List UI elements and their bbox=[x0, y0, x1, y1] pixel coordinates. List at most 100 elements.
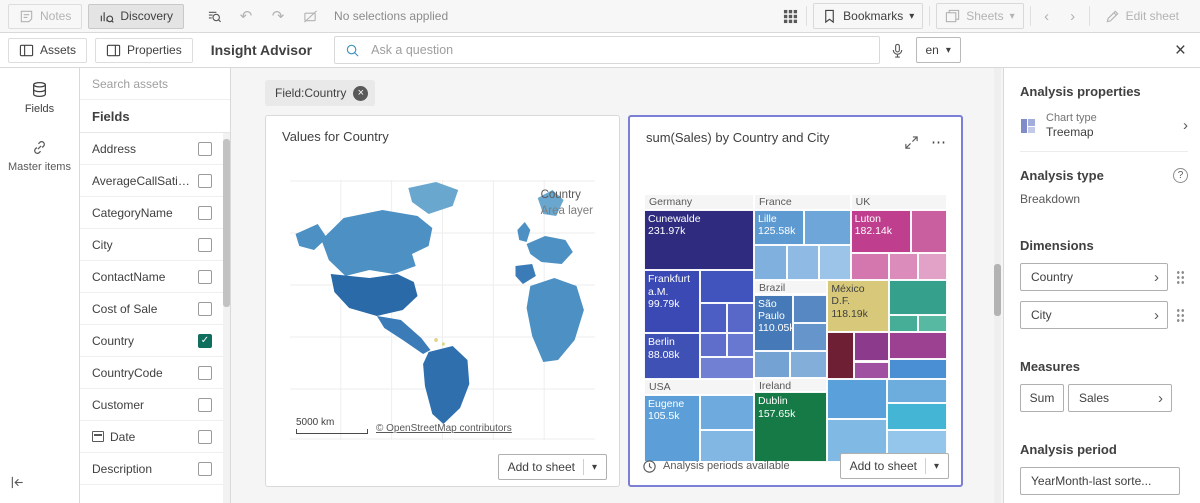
sidebar-scrollbar[interactable] bbox=[223, 133, 230, 503]
notes-button[interactable]: Notes bbox=[8, 4, 82, 29]
dimension-button[interactable]: City› bbox=[1020, 301, 1168, 329]
field-row[interactable]: Customer bbox=[80, 389, 230, 421]
close-insight-advisor-button[interactable]: × bbox=[1169, 41, 1192, 60]
field-row[interactable]: Country✓ bbox=[80, 325, 230, 357]
ask-question-input[interactable] bbox=[369, 42, 868, 58]
treemap-tile[interactable] bbox=[700, 357, 754, 378]
treemap-tile[interactable] bbox=[819, 245, 851, 280]
field-row[interactable]: AverageCallSatisfa... bbox=[80, 165, 230, 197]
treemap-tile[interactable] bbox=[700, 333, 727, 357]
field-checkbox[interactable]: ✓ bbox=[198, 334, 212, 348]
treemap-tile[interactable] bbox=[854, 362, 889, 379]
field-row[interactable]: Address bbox=[80, 133, 230, 165]
help-icon[interactable]: ? bbox=[1173, 168, 1188, 183]
drag-handle[interactable] bbox=[1176, 270, 1185, 285]
treemap-tile[interactable] bbox=[804, 210, 851, 245]
voice-input-button[interactable] bbox=[888, 38, 908, 62]
treemap-tile[interactable] bbox=[887, 403, 947, 430]
map-chart-card[interactable]: Values for Country bbox=[265, 115, 620, 487]
treemap-tile[interactable]: Frankfurt a.M.99.79k bbox=[644, 270, 700, 333]
selections-tool-button[interactable] bbox=[204, 4, 224, 28]
treemap-tile[interactable] bbox=[787, 245, 819, 280]
treemap-tile[interactable] bbox=[793, 323, 828, 351]
field-row[interactable]: CountryCode bbox=[80, 357, 230, 389]
language-select[interactable]: en ▾ bbox=[916, 37, 961, 63]
treemap-tile[interactable]: Cunewalde231.97k bbox=[644, 210, 754, 270]
measure-field-button[interactable]: Sales › bbox=[1068, 384, 1172, 412]
treemap-tile[interactable] bbox=[851, 253, 890, 280]
app-objects-button[interactable] bbox=[780, 4, 800, 28]
map-chart[interactable]: Country Area layer 5000 km © OpenStreetM… bbox=[290, 180, 595, 440]
treemap-tile[interactable] bbox=[889, 253, 918, 280]
treemap-tile[interactable] bbox=[754, 351, 790, 378]
field-checkbox[interactable] bbox=[198, 366, 212, 380]
tab-master-items[interactable]: Master items bbox=[0, 126, 79, 184]
field-row[interactable]: ContactName bbox=[80, 261, 230, 293]
treemap[interactable]: GermanyFranceUKCunewalde231.97kFrankfurt… bbox=[644, 194, 947, 462]
field-checkbox[interactable] bbox=[198, 462, 212, 476]
field-checkbox[interactable] bbox=[198, 398, 212, 412]
treemap-chart-card[interactable]: sum(Sales) by Country and City ⋯ Germany… bbox=[628, 115, 963, 487]
treemap-group-label[interactable]: Ireland bbox=[754, 378, 827, 393]
sheets-button[interactable]: Sheets ▾ bbox=[936, 3, 1023, 29]
treemap-tile[interactable] bbox=[889, 315, 918, 332]
treemap-tile[interactable] bbox=[727, 303, 754, 334]
field-checkbox[interactable] bbox=[198, 430, 212, 444]
clear-selections-button[interactable] bbox=[300, 4, 320, 28]
dimension-button[interactable]: Country› bbox=[1020, 263, 1168, 291]
properties-button[interactable]: Properties bbox=[95, 38, 193, 63]
main-scrollbar[interactable] bbox=[994, 68, 1001, 503]
analysis-period-button[interactable]: YearMonth-last sorte... bbox=[1020, 467, 1180, 495]
treemap-tile[interactable]: México D.F.118.19k bbox=[827, 280, 889, 332]
collapse-panel-button[interactable] bbox=[10, 475, 25, 495]
bookmarks-button[interactable]: Bookmarks ▾ bbox=[813, 3, 923, 29]
prev-sheet-button[interactable]: ‹ bbox=[1037, 4, 1057, 28]
treemap-tile[interactable] bbox=[911, 210, 947, 253]
treemap-tile[interactable] bbox=[889, 332, 947, 359]
field-row[interactable]: Description bbox=[80, 453, 230, 485]
ask-question-box[interactable] bbox=[334, 36, 879, 64]
field-checkbox[interactable] bbox=[198, 142, 212, 156]
treemap-tile[interactable] bbox=[889, 359, 947, 379]
treemap-tile[interactable] bbox=[700, 303, 727, 334]
tab-fields[interactable]: Fields bbox=[0, 68, 79, 126]
scrollbar-thumb[interactable] bbox=[994, 264, 1001, 316]
next-sheet-button[interactable]: › bbox=[1063, 4, 1083, 28]
measure-aggregation-button[interactable]: Sum bbox=[1020, 384, 1064, 412]
step-forward-button[interactable]: ↷ bbox=[268, 4, 288, 28]
treemap-group-label[interactable]: USA bbox=[644, 379, 754, 395]
chevron-right-icon[interactable]: › bbox=[1183, 118, 1188, 133]
edit-sheet-button[interactable]: Edit sheet bbox=[1096, 3, 1188, 29]
treemap-tile[interactable] bbox=[918, 253, 947, 280]
field-checkbox[interactable] bbox=[198, 302, 212, 316]
scrollbar-thumb[interactable] bbox=[223, 139, 230, 307]
treemap-group-label[interactable]: Brazil bbox=[754, 280, 827, 295]
treemap-tile[interactable] bbox=[754, 245, 787, 280]
field-checkbox[interactable] bbox=[198, 206, 212, 220]
treemap-group-label[interactable]: France bbox=[754, 194, 851, 210]
field-row[interactable]: CategoryName bbox=[80, 197, 230, 229]
treemap-tile[interactable] bbox=[854, 332, 889, 361]
treemap-tile[interactable]: São Paulo110.05k bbox=[754, 295, 793, 351]
treemap-tile[interactable] bbox=[827, 332, 854, 379]
field-checkbox[interactable] bbox=[198, 238, 212, 252]
treemap-tile[interactable] bbox=[790, 351, 827, 378]
search-assets-input[interactable] bbox=[80, 68, 230, 100]
chip-remove-icon[interactable]: × bbox=[353, 86, 368, 101]
filter-chip[interactable]: Field:Country × bbox=[265, 80, 375, 106]
map-attribution[interactable]: © OpenStreetMap contributors bbox=[376, 423, 512, 434]
chart-type-row[interactable]: Chart type Treemap › bbox=[1020, 99, 1188, 152]
treemap-tile[interactable] bbox=[918, 315, 947, 332]
more-menu-button[interactable]: ⋯ bbox=[931, 133, 947, 151]
treemap-tile[interactable] bbox=[700, 395, 754, 430]
treemap-tile[interactable] bbox=[889, 280, 947, 315]
treemap-tile[interactable] bbox=[827, 379, 887, 419]
discovery-button[interactable]: Discovery bbox=[88, 4, 184, 29]
treemap-group-label[interactable]: UK bbox=[851, 194, 947, 210]
add-to-sheet-button[interactable]: Add to sheet ▾ bbox=[840, 453, 949, 479]
treemap-tile[interactable] bbox=[727, 333, 754, 357]
treemap-tile[interactable]: Berlin88.08k bbox=[644, 333, 700, 379]
field-row[interactable]: Cost of Sale bbox=[80, 293, 230, 325]
field-row[interactable]: City bbox=[80, 229, 230, 261]
field-checkbox[interactable] bbox=[198, 174, 212, 188]
